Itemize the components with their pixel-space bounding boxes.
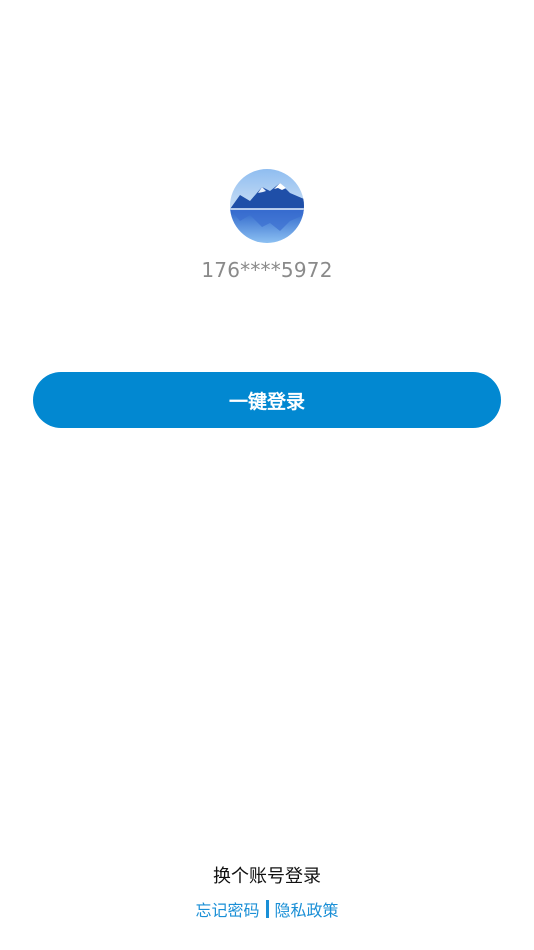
login-page: 176****5972 一键登录 换个账号登录 忘记密码 隐私政策: [0, 0, 534, 950]
privacy-policy-link[interactable]: 隐私政策: [275, 897, 339, 921]
forgot-password-link[interactable]: 忘记密码: [195, 897, 259, 921]
footer-links: 忘记密码 隐私政策: [0, 897, 534, 921]
masked-phone-number: 176****5972: [201, 258, 333, 282]
link-divider: [265, 900, 269, 918]
avatar: [230, 169, 304, 243]
one-click-login-button[interactable]: 一键登录: [33, 372, 501, 428]
switch-account-link[interactable]: 换个账号登录: [0, 862, 534, 888]
mountain-lake-avatar-icon: [230, 169, 304, 243]
